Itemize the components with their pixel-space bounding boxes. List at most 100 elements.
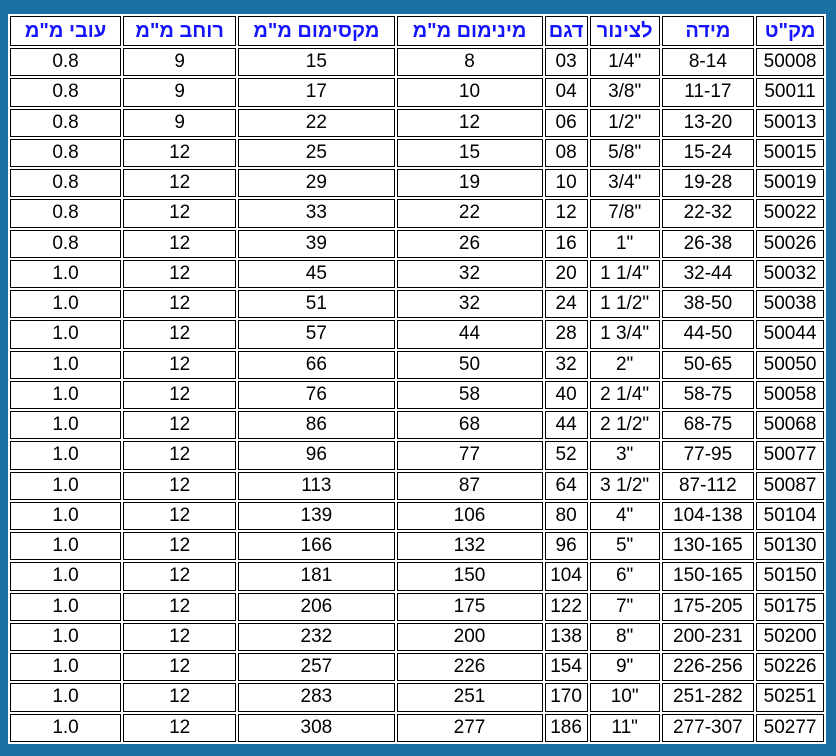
size-cell: 15-24 bbox=[661, 138, 755, 167]
table-row: 50022 22-32 7/8" 12 22 33 12 0.8 bbox=[10, 199, 824, 228]
thickness-cell: 1.0 bbox=[10, 683, 122, 712]
model-cell: 186 bbox=[544, 713, 588, 742]
pipe-cell: 3/4" bbox=[589, 169, 660, 198]
table-row: 50251 251-282 10" 170 251 283 12 1.0 bbox=[10, 683, 824, 712]
table-row: 50077 77-95 3" 52 77 96 12 1.0 bbox=[10, 441, 824, 470]
thickness-cell: 1.0 bbox=[10, 411, 122, 440]
sku-cell: 50277 bbox=[756, 713, 824, 742]
sku-cell: 50104 bbox=[756, 501, 824, 530]
minimum-cell: 150 bbox=[396, 562, 543, 591]
model-cell: 12 bbox=[544, 199, 588, 228]
thickness-cell: 1.0 bbox=[10, 259, 122, 288]
table-row: 50044 44-50 1 3/4" 28 44 57 12 1.0 bbox=[10, 320, 824, 349]
thickness-cell: 1.0 bbox=[10, 350, 122, 379]
model-cell: 122 bbox=[544, 592, 588, 621]
size-cell: 251-282 bbox=[661, 683, 755, 712]
pipe-cell: 3 1/2" bbox=[589, 471, 660, 500]
size-cell: 226-256 bbox=[661, 653, 755, 682]
header-cell-width: רוחב מ"מ bbox=[123, 16, 237, 46]
maximum-cell: 166 bbox=[238, 532, 395, 561]
sku-cell: 50008 bbox=[756, 48, 824, 77]
size-cell: 32-44 bbox=[661, 259, 755, 288]
sku-cell: 50044 bbox=[756, 320, 824, 349]
size-cell: 22-32 bbox=[661, 199, 755, 228]
size-cell: 200-231 bbox=[661, 622, 755, 651]
width-cell: 9 bbox=[123, 48, 237, 77]
header-cell-thickness: עובי מ"מ bbox=[10, 16, 122, 46]
maximum-cell: 96 bbox=[238, 441, 395, 470]
thickness-cell: 0.8 bbox=[10, 199, 122, 228]
sku-cell: 50032 bbox=[756, 259, 824, 288]
table-row: 50008 8-14 1/4" 03 8 15 9 0.8 bbox=[10, 48, 824, 77]
maximum-cell: 17 bbox=[238, 78, 395, 107]
width-cell: 12 bbox=[123, 169, 237, 198]
minimum-cell: 175 bbox=[396, 592, 543, 621]
table-row: 50026 26-38 1" 16 26 39 12 0.8 bbox=[10, 229, 824, 258]
pipe-cell: 2 1/4" bbox=[589, 380, 660, 409]
spec-table: מק"ט מידה לצינור דגם מינימום מ"מ מקסימום… bbox=[8, 14, 826, 744]
width-cell: 12 bbox=[123, 471, 237, 500]
pipe-cell: 1/2" bbox=[589, 108, 660, 137]
model-cell: 138 bbox=[544, 622, 588, 651]
pipe-cell: 1 1/4" bbox=[589, 259, 660, 288]
width-cell: 12 bbox=[123, 592, 237, 621]
size-cell: 38-50 bbox=[661, 290, 755, 319]
size-cell: 68-75 bbox=[661, 411, 755, 440]
width-cell: 12 bbox=[123, 653, 237, 682]
minimum-cell: 106 bbox=[396, 501, 543, 530]
minimum-cell: 44 bbox=[396, 320, 543, 349]
table-row: 50087 87-112 3 1/2" 64 87 113 12 1.0 bbox=[10, 471, 824, 500]
thickness-cell: 0.8 bbox=[10, 108, 122, 137]
pipe-cell: 1 3/4" bbox=[589, 320, 660, 349]
table-row: 50013 13-20 1/2" 06 12 22 9 0.8 bbox=[10, 108, 824, 137]
pipe-cell: 7/8" bbox=[589, 199, 660, 228]
width-cell: 12 bbox=[123, 290, 237, 319]
model-cell: 32 bbox=[544, 350, 588, 379]
width-cell: 12 bbox=[123, 320, 237, 349]
width-cell: 12 bbox=[123, 199, 237, 228]
width-cell: 12 bbox=[123, 441, 237, 470]
sku-cell: 50251 bbox=[756, 683, 824, 712]
maximum-cell: 181 bbox=[238, 562, 395, 591]
pipe-cell: 6" bbox=[589, 562, 660, 591]
width-cell: 12 bbox=[123, 532, 237, 561]
pipe-cell: 11" bbox=[589, 713, 660, 742]
table-frame: מק"ט מידה לצינור דגם מינימום מ"מ מקסימום… bbox=[8, 14, 826, 744]
minimum-cell: 200 bbox=[396, 622, 543, 651]
sku-cell: 50175 bbox=[756, 592, 824, 621]
table-row: 50175 175-205 7" 122 175 206 12 1.0 bbox=[10, 592, 824, 621]
minimum-cell: 32 bbox=[396, 290, 543, 319]
minimum-cell: 68 bbox=[396, 411, 543, 440]
pipe-cell: 5" bbox=[589, 532, 660, 561]
model-cell: 96 bbox=[544, 532, 588, 561]
minimum-cell: 22 bbox=[396, 199, 543, 228]
width-cell: 12 bbox=[123, 713, 237, 742]
maximum-cell: 45 bbox=[238, 259, 395, 288]
size-cell: 13-20 bbox=[661, 108, 755, 137]
model-cell: 64 bbox=[544, 471, 588, 500]
maximum-cell: 66 bbox=[238, 350, 395, 379]
table-row: 50104 104-138 4" 80 106 139 12 1.0 bbox=[10, 501, 824, 530]
pipe-cell: 3" bbox=[589, 441, 660, 470]
maximum-cell: 33 bbox=[238, 199, 395, 228]
pipe-cell: 7" bbox=[589, 592, 660, 621]
header-cell-maximum: מקסימום מ"מ bbox=[238, 16, 395, 46]
thickness-cell: 1.0 bbox=[10, 290, 122, 319]
maximum-cell: 206 bbox=[238, 592, 395, 621]
sku-cell: 50200 bbox=[756, 622, 824, 651]
maximum-cell: 257 bbox=[238, 653, 395, 682]
maximum-cell: 308 bbox=[238, 713, 395, 742]
header-cell-size: מידה bbox=[661, 16, 755, 46]
width-cell: 9 bbox=[123, 78, 237, 107]
width-cell: 12 bbox=[123, 138, 237, 167]
model-cell: 44 bbox=[544, 411, 588, 440]
thickness-cell: 1.0 bbox=[10, 380, 122, 409]
model-cell: 28 bbox=[544, 320, 588, 349]
thickness-cell: 1.0 bbox=[10, 501, 122, 530]
table-row: 50068 68-75 2 1/2" 44 68 86 12 1.0 bbox=[10, 411, 824, 440]
maximum-cell: 232 bbox=[238, 622, 395, 651]
thickness-cell: 1.0 bbox=[10, 713, 122, 742]
sku-cell: 50226 bbox=[756, 653, 824, 682]
pipe-cell: 1/4" bbox=[589, 48, 660, 77]
minimum-cell: 226 bbox=[396, 653, 543, 682]
